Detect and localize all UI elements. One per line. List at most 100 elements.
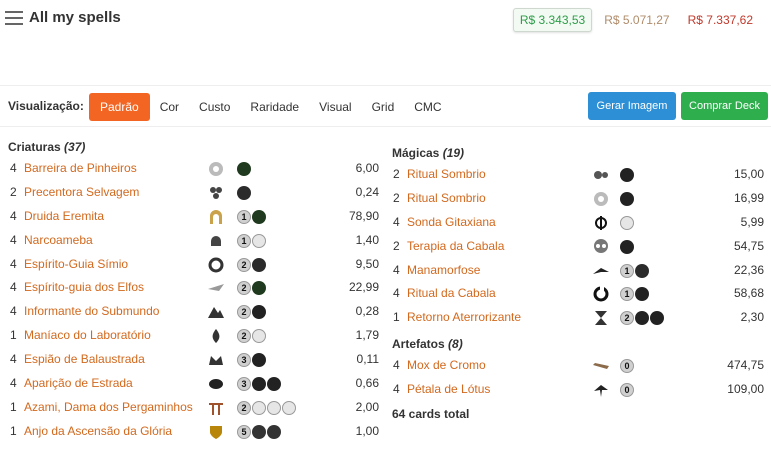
card-price: 0,28	[355, 304, 379, 319]
buy-deck-button[interactable]: Comprar Deck	[681, 92, 768, 120]
card-name-link[interactable]: Sonda Gitaxiana	[407, 211, 496, 235]
gears-set-icon	[592, 166, 610, 184]
price-mid[interactable]: R$ 5.071,27	[598, 9, 675, 31]
tab-padrao[interactable]: Padrão	[89, 93, 150, 121]
card-row: 4 Manamorfose 1 22,36	[386, 259, 771, 283]
card-name-link[interactable]: Terapia da Cabala	[407, 235, 504, 259]
card-name-link[interactable]: Espião de Balaustrada	[24, 348, 145, 372]
mana-b-icon	[620, 239, 634, 254]
card-quantity: 4	[10, 256, 17, 271]
shield-set-icon	[207, 423, 225, 441]
mana-u-icon	[620, 215, 634, 230]
mana-b-icon	[252, 305, 266, 320]
mana-cost: 3	[237, 353, 266, 368]
mana-u-icon	[252, 233, 266, 248]
generate-image-button[interactable]: Gerar Imagem	[588, 92, 676, 120]
card-name-link[interactable]: Druida Eremita	[24, 205, 104, 229]
mana-cost: 1	[620, 287, 649, 302]
card-price: 6,00	[355, 161, 379, 175]
card-quantity: 1	[393, 310, 400, 325]
mana-u-icon	[267, 400, 281, 415]
card-row: 4 Espião de Balaustrada 3 0,11	[0, 348, 385, 372]
swirl-set-icon	[592, 285, 610, 303]
card-price: 78,90	[348, 208, 379, 223]
section-count: (37)	[64, 140, 86, 154]
card-price: 0,11	[356, 352, 379, 367]
card-price: 22,99	[348, 280, 379, 295]
card-name-link[interactable]: Pétala de Lótus	[407, 378, 490, 402]
price-low[interactable]: R$ 3.343,53	[512, 8, 593, 32]
card-price: 1,79	[355, 328, 379, 343]
shard-set-icon	[207, 375, 225, 393]
card-row: 4 Informante do Submundo 2 0,28	[0, 300, 385, 324]
mana-b-icon	[252, 353, 266, 368]
card-name-link[interactable]: Ritual da Cabala	[407, 282, 496, 306]
crown-set-icon	[207, 351, 225, 369]
card-price: 5,99	[740, 214, 764, 229]
card-name-link[interactable]: Precentora Selvagem	[24, 181, 139, 205]
spells-column: Mágicas (19) 2 Ritual Sombrio 15,00 2 Ritual…	[386, 143, 771, 426]
card-price: 15,00	[733, 167, 764, 181]
card-quantity: 4	[393, 358, 400, 373]
card-name-link[interactable]: Aparição de Estrada	[24, 372, 133, 396]
mana-r-icon	[252, 257, 266, 272]
card-name-link[interactable]: Barreira de Pinheiros	[24, 157, 137, 181]
card-name-link[interactable]: Maníaco do Laboratório	[24, 324, 151, 348]
card-quantity: 2	[393, 167, 400, 181]
mana-b-icon	[635, 287, 649, 302]
card-quantity: 2	[393, 238, 400, 253]
artifacts-list: 4 Mox de Cromo 0 474,75 4 Pétala de Lótus 0 109…	[386, 354, 771, 402]
card-name-link[interactable]: Retorno Aterrorizante	[407, 306, 521, 330]
card-name-link[interactable]: Manamorfose	[407, 259, 480, 283]
tab-raridade[interactable]: Raridade	[240, 94, 309, 120]
tab-custo[interactable]: Custo	[189, 94, 240, 120]
generic-mana-icon: 0	[620, 359, 634, 374]
mana-cost: 2	[620, 311, 664, 326]
mana-cost: 1	[620, 263, 649, 278]
card-name-link[interactable]: Ritual Sombrio	[407, 187, 486, 211]
tab-visual[interactable]: Visual	[309, 94, 361, 120]
tab-grid[interactable]: Grid	[362, 94, 405, 120]
card-price: 2,30	[740, 310, 764, 325]
phi-set-icon	[592, 214, 610, 232]
card-quantity: 4	[393, 382, 400, 397]
section-title-artifacts: Artefatos (8)	[392, 334, 771, 354]
section-count: (8)	[448, 337, 463, 352]
generic-mana-icon: 0	[620, 383, 634, 398]
generic-mana-icon: 1	[237, 233, 251, 248]
card-row: 1 Retorno Aterrorizante 2 2,30	[386, 306, 771, 330]
mana-cost: 1	[237, 209, 266, 224]
card-name-link[interactable]: Narcoameba	[24, 229, 93, 253]
mana-cost: 2	[237, 281, 266, 296]
section-name: Mágicas	[392, 146, 440, 160]
card-row: 4 Pétala de Lótus 0 109,00	[386, 378, 771, 402]
card-name-link[interactable]: Ritual Sombrio	[407, 163, 486, 187]
card-name-link[interactable]: Mox de Cromo	[407, 354, 486, 378]
section-name: Criaturas	[8, 140, 61, 154]
card-row: 4 Barreira de Pinheiros 6,00	[0, 157, 385, 181]
card-price: 2,00	[355, 399, 379, 414]
card-row: 4 Mox de Cromo 0 474,75	[386, 354, 771, 378]
generic-mana-icon: 3	[237, 353, 251, 368]
card-quantity: 2	[393, 190, 400, 205]
hamburger-menu-icon[interactable]	[5, 11, 23, 25]
mana-g-icon	[252, 281, 266, 296]
card-name-link[interactable]: Espírito-Guia Símio	[24, 253, 128, 277]
mana-r-icon	[237, 185, 251, 200]
card-name-link[interactable]: Espírito-guia dos Elfos	[24, 276, 144, 300]
card-row: 4 Sonda Gitaxiana 5,99	[386, 211, 771, 235]
card-quantity: 4	[10, 304, 17, 319]
mountain-set-icon	[207, 303, 225, 321]
card-row: 4 Druida Eremita 1 78,90	[0, 205, 385, 229]
tab-cor[interactable]: Cor	[150, 94, 189, 120]
card-name-link[interactable]: Azami, Dama dos Pergaminhos	[24, 396, 193, 420]
generic-mana-icon: 1	[620, 263, 634, 278]
mana-u-icon	[282, 400, 296, 415]
card-name-link[interactable]: Anjo da Ascensão da Glória	[24, 420, 172, 444]
generic-mana-icon: 2	[237, 400, 251, 415]
mana-cost: 5	[237, 424, 281, 439]
card-name-link[interactable]: Informante do Submundo	[24, 300, 159, 324]
tab-cmc[interactable]: CMC	[404, 94, 451, 120]
price-high[interactable]: R$ 7.337,62	[682, 9, 759, 31]
card-price: 58,68	[733, 286, 764, 301]
